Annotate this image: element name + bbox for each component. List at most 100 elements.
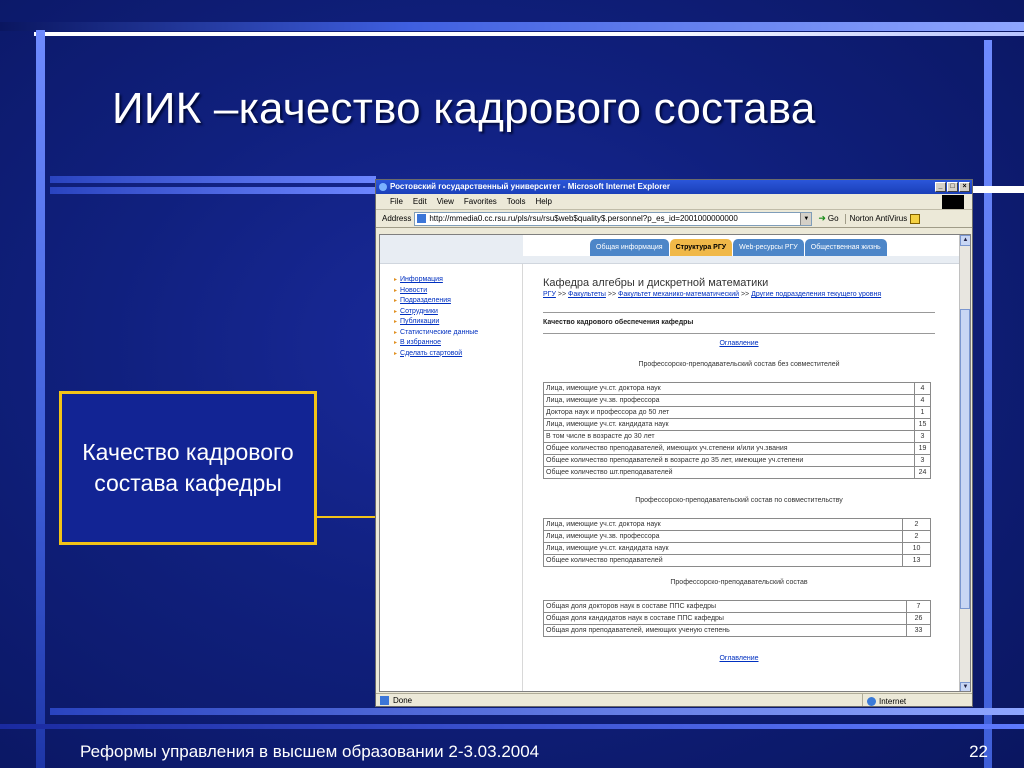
page-icon bbox=[417, 214, 427, 223]
section2-table: Лица, имеющие уч.ст. доктора наук 2 Лица,… bbox=[543, 517, 931, 567]
row-value: 15 bbox=[914, 417, 931, 431]
address-input[interactable]: http://mmedia0.cc.rsu.ru/pls/rsu/rsu$web… bbox=[414, 211, 813, 226]
decor-line-bottom2 bbox=[0, 724, 1024, 729]
decor-line-bottom bbox=[50, 708, 1024, 715]
left-menu-item[interactable]: ▸ Подразделения bbox=[394, 296, 478, 307]
browser-title: Ростовский государственный университет -… bbox=[390, 182, 670, 191]
site-tabs: Общая информация Структура РГУ Web-ресур… bbox=[590, 239, 887, 256]
breadcrumb-mechmat[interactable]: Факультет механико-математический bbox=[618, 291, 739, 298]
row-label: Общее количество преподавателей в возрас… bbox=[543, 453, 915, 467]
toc-link[interactable]: Оглавление bbox=[719, 655, 758, 662]
slide-title: ИИК –качество кадрового состава bbox=[112, 84, 816, 133]
row-label: Общая доля кандидатов наук в составе ППС… bbox=[543, 611, 907, 625]
breadcrumb-rgu[interactable]: РГУ bbox=[543, 291, 556, 298]
tab-social-life[interactable]: Общественная жизнь bbox=[804, 239, 887, 256]
bullet-icon: ▸ bbox=[394, 340, 398, 346]
breadcrumb-sep: >> bbox=[740, 291, 750, 298]
row-value: 4 bbox=[914, 381, 931, 395]
table-row: Общее количество преподавателей, имеющих… bbox=[543, 441, 931, 455]
address-label: Address bbox=[382, 214, 412, 223]
left-menu-link[interactable]: Публикации bbox=[400, 318, 439, 325]
left-menu-link[interactable]: Сотрудники bbox=[400, 308, 438, 315]
breadcrumb-faculties[interactable]: Факультеты bbox=[568, 291, 606, 298]
left-menu-link[interactable]: Сделать стартовой bbox=[400, 350, 462, 357]
row-value: 3 bbox=[914, 453, 931, 467]
row-label: Лица, имеющие уч.зв. профессора bbox=[543, 393, 915, 407]
toc-link-top: Оглавление bbox=[543, 340, 935, 347]
left-menu-text: Статистические данные bbox=[400, 328, 479, 336]
go-button[interactable]: ➜ Go bbox=[815, 213, 841, 224]
address-dropdown-icon[interactable]: ▼ bbox=[800, 212, 812, 225]
windows-flag-icon bbox=[942, 195, 964, 209]
callout-box: Качество кадрового состава кафедры bbox=[59, 391, 317, 545]
left-menu-item[interactable]: ▸ Сотрудники bbox=[394, 307, 478, 318]
breadcrumb-sep: >> bbox=[607, 291, 617, 298]
row-label: Лица, имеющие уч.ст. доктора наук bbox=[543, 517, 903, 531]
left-menu-item[interactable]: ▸ Сделать стартовой bbox=[394, 349, 478, 360]
row-label: Общая доля докторов наук в составе ППС к… bbox=[543, 599, 907, 613]
row-label: Общее количество преподавателей bbox=[543, 553, 903, 567]
left-menu-item[interactable]: ▸ Новости bbox=[394, 286, 478, 297]
decor-line-mid1 bbox=[50, 176, 376, 183]
bullet-icon: ▸ bbox=[394, 319, 398, 325]
left-menu-link[interactable]: В избранное bbox=[400, 339, 441, 346]
table-row: Общая доля докторов наук в составе ППС к… bbox=[543, 599, 931, 613]
scroll-down-icon[interactable]: ▼ bbox=[960, 682, 970, 691]
minimize-button[interactable]: _ bbox=[935, 182, 946, 192]
slide-footer: Реформы управления в высшем образовании … bbox=[80, 742, 540, 761]
browser-titlebar[interactable]: Ростовский государственный университет -… bbox=[376, 180, 972, 194]
section-subheading: Качество кадрового обеспечения кафедры bbox=[543, 318, 694, 326]
main-content: Кафедра алгебры и дискретной математики … bbox=[543, 277, 935, 662]
menu-favorites[interactable]: Favorites bbox=[464, 197, 497, 206]
scroll-up-icon[interactable]: ▲ bbox=[960, 235, 970, 246]
menu-tools[interactable]: Tools bbox=[507, 197, 526, 206]
row-value: 13 bbox=[902, 553, 931, 567]
address-value: http://mmedia0.cc.rsu.ru/pls/rsu/rsu$web… bbox=[429, 214, 738, 223]
left-menu-item[interactable]: ▸ Информация bbox=[394, 275, 478, 286]
row-label: Общее количество преподавателей, имеющих… bbox=[543, 441, 915, 455]
menu-help[interactable]: Help bbox=[535, 197, 551, 206]
menu-edit[interactable]: Edit bbox=[413, 197, 427, 206]
table-row: Лица, имеющие уч.зв. профессора 4 bbox=[543, 393, 931, 407]
callout-text: Качество кадрового состава кафедры bbox=[82, 439, 294, 496]
table-row: Общее количество шт.преподавателей 24 bbox=[543, 465, 931, 479]
page-heading: Кафедра алгебры и дискретной математики bbox=[543, 277, 769, 289]
row-label: В том числе в возрасте до 30 лет bbox=[543, 429, 915, 443]
tab-structure[interactable]: Структура РГУ bbox=[669, 239, 733, 256]
scroll-thumb[interactable] bbox=[960, 309, 970, 609]
status-text: Done bbox=[393, 696, 413, 705]
decor-line-top-white bbox=[34, 32, 1024, 36]
table-row: Общее количество преподавателей в возрас… bbox=[543, 453, 931, 467]
breadcrumb-other[interactable]: Другие подразделения текущего уровня bbox=[751, 291, 881, 298]
tabs-underline bbox=[523, 256, 960, 264]
row-label: Лица, имеющие уч.ст. кандидата наук bbox=[543, 541, 903, 555]
bullet-icon: ▸ bbox=[394, 277, 398, 283]
table-row: Общая доля кандидатов наук в составе ППС… bbox=[543, 611, 931, 625]
row-value: 7 bbox=[906, 599, 931, 613]
row-label: Лица, имеющие уч.ст. кандидата наук bbox=[543, 417, 915, 431]
tab-web-resources[interactable]: Web-ресурсы РГУ bbox=[733, 239, 804, 256]
left-menu-item[interactable]: ▸ В избранное bbox=[394, 338, 478, 349]
left-menu-item[interactable]: ▸ Публикации bbox=[394, 317, 478, 328]
tab-general-info[interactable]: Общая информация bbox=[590, 239, 669, 256]
security-zone: Internet bbox=[862, 694, 906, 706]
vertical-scrollbar[interactable]: ▲ ▼ bbox=[959, 235, 970, 691]
norton-toolbar[interactable]: Norton AntiVirus bbox=[844, 213, 921, 224]
row-label: Доктора наук и профессора до 50 лет bbox=[543, 405, 915, 419]
left-menu: ▸ Информация ▸ Новости ▸ Подразделения ▸ Сот… bbox=[394, 275, 478, 359]
table-row: Доктора наук и профессора до 50 лет 1 bbox=[543, 405, 931, 419]
toc-link[interactable]: Оглавление bbox=[719, 340, 758, 347]
table-row: Общая доля преподавателей, имеющих учену… bbox=[543, 623, 931, 637]
left-menu-link[interactable]: Подразделения bbox=[400, 297, 451, 304]
maximize-button[interactable]: □ bbox=[947, 182, 958, 192]
divider bbox=[543, 332, 935, 334]
bullet-icon: ▸ bbox=[394, 350, 398, 357]
left-menu-link[interactable]: Новости bbox=[400, 287, 427, 294]
page-viewport: ▸ Информация ▸ Новости ▸ Подразделения ▸ Сот… bbox=[379, 234, 971, 692]
row-label: Лица, имеющие уч.зв. профессора bbox=[543, 529, 903, 543]
left-menu-link[interactable]: Информация bbox=[400, 276, 443, 283]
close-button[interactable]: × bbox=[959, 182, 970, 192]
menu-view[interactable]: View bbox=[437, 197, 454, 206]
menu-file[interactable]: File bbox=[390, 197, 403, 206]
bullet-icon: ▸ bbox=[394, 329, 398, 336]
